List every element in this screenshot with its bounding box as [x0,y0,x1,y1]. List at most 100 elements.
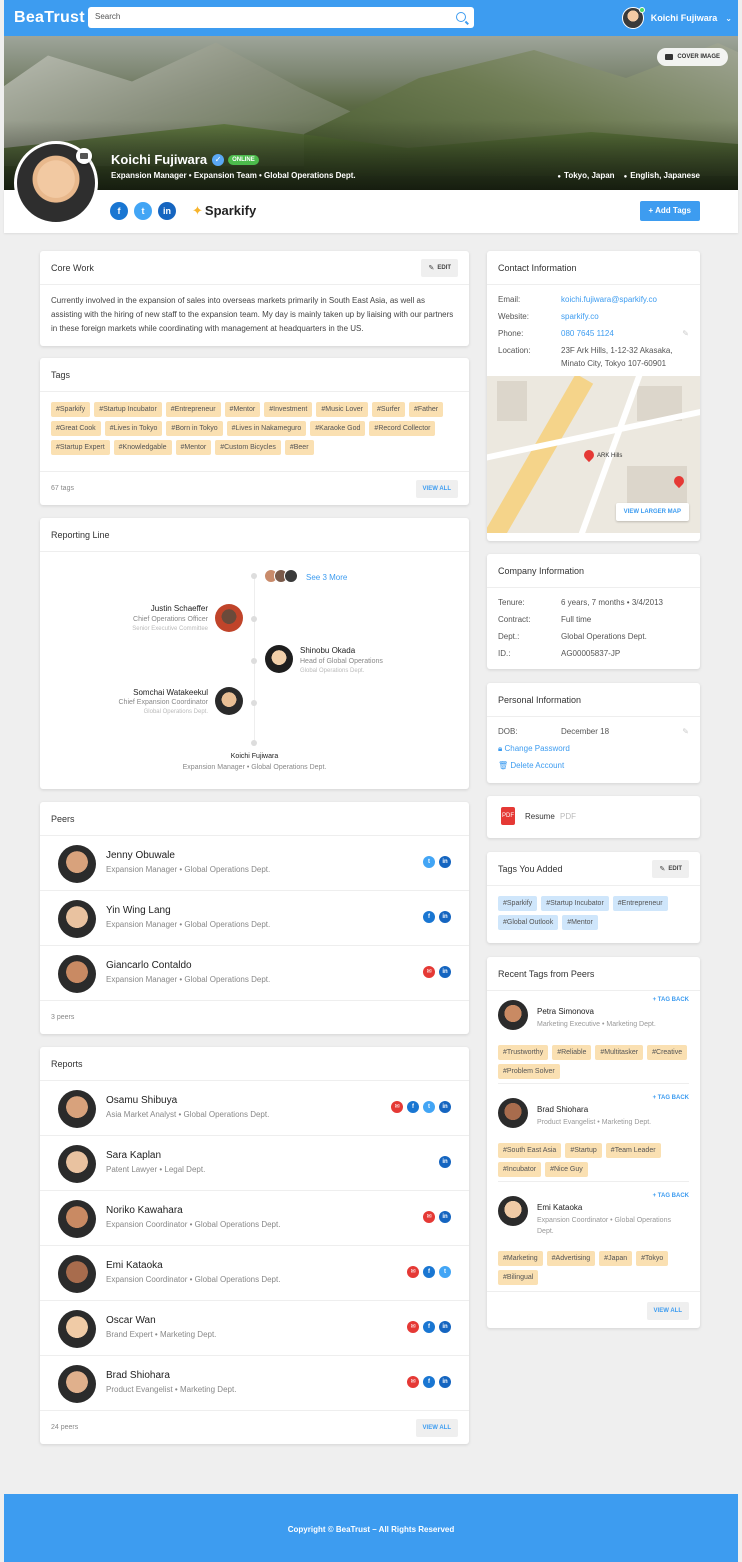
tag-chip[interactable]: #Japan [599,1251,633,1266]
manager-name[interactable]: Shinobu Okada [300,646,355,655]
list-item[interactable]: Noriko Kawahara Expansion Coordinator • G… [40,1191,469,1246]
avatar[interactable] [58,1255,96,1293]
avatar[interactable] [58,1200,96,1238]
email-icon[interactable]: ✉ [391,1101,403,1113]
person-name[interactable]: Emi Kataoka [106,1260,163,1271]
email-link[interactable]: koichi.fujiwara@sparkify.co [561,293,657,306]
list-item[interactable]: Oscar Wan Brand Expert • Marketing Dept. ✉… [40,1301,469,1356]
person-name[interactable]: Noriko Kawahara [106,1205,183,1216]
tag-chip[interactable]: #Beer [284,440,314,455]
person-name[interactable]: Osamu Shibuya [106,1095,177,1106]
tag-chip[interactable]: #Entrepreneur [612,896,668,911]
tag-chip[interactable]: #Reliable [552,1045,592,1060]
edit-button[interactable]: ✎ EDIT [421,258,458,277]
map-pin-icon[interactable] [581,447,597,463]
tag-chip[interactable]: #Music Lover [316,402,369,417]
person-name[interactable]: Brad Shiohara [106,1370,170,1381]
search-icon[interactable] [456,12,466,22]
tag-back-button[interactable]: + TAG BACK [653,1193,689,1199]
add-tags-button[interactable]: + Add Tags [639,201,700,221]
avatar[interactable] [58,1145,96,1183]
tag-chip[interactable]: #Marketing [498,1251,543,1266]
avatar[interactable] [498,1098,528,1128]
tag-chip[interactable]: #Nice Guy [545,1162,588,1177]
avatar[interactable] [215,687,243,715]
twitter-icon[interactable]: t [423,856,435,868]
twitter-icon[interactable]: t [423,1101,435,1113]
facebook-icon[interactable]: f [423,1266,435,1278]
view-larger-map-button[interactable]: VIEW LARGER MAP [615,503,689,521]
tag-chip[interactable]: #Incubator [498,1162,542,1177]
tag-chip[interactable]: #Creative [647,1045,688,1060]
avatar[interactable] [58,1310,96,1348]
facebook-icon[interactable]: f [423,911,435,923]
delete-account-link[interactable]: 🗑︎ Delete Account [498,759,564,772]
phone-link[interactable]: 080 7645 1124 [561,327,614,340]
tag-chip[interactable]: #Sparkify [51,402,91,417]
tag-chip[interactable]: #Investment [264,402,313,417]
linkedin-icon[interactable]: in [439,1101,451,1113]
company-brand[interactable]: ✦ Sparkify [192,203,256,219]
facebook-icon[interactable]: f [407,1101,419,1113]
person-name[interactable]: Petra Simonova [537,1007,594,1016]
linkedin-icon[interactable]: in [439,1156,451,1168]
pencil-icon[interactable]: ✎ [682,725,689,738]
view-all-button[interactable]: VIEW ALL [415,479,458,498]
linkedin-icon[interactable]: in [439,856,451,868]
tag-chip[interactable]: #Custom Bicycles [215,440,281,455]
camera-icon[interactable] [76,148,92,164]
tag-chip[interactable]: #Problem Solver [498,1064,560,1079]
app-logo[interactable]: BeaTrust [14,9,85,27]
twitter-icon[interactable]: t [439,1266,451,1278]
avatar[interactable] [215,604,243,632]
tag-chip[interactable]: #Startup Incubator [541,896,609,911]
tag-chip[interactable]: #Mentor [224,402,261,417]
change-password-link[interactable]: 🔒︎ Change Password [498,742,570,755]
more-avatars[interactable] [264,569,298,583]
email-icon[interactable]: ✉ [423,966,435,978]
user-menu[interactable]: Koichi Fujiwara ⌄ [621,6,732,30]
tag-chip[interactable]: #Knowledgable [113,440,172,455]
tag-chip[interactable]: #Mentor [562,915,598,930]
avatar[interactable] [58,845,96,883]
person-name[interactable]: Yin Wing Lang [106,905,171,916]
tag-chip[interactable]: #Entrepreneur [165,402,221,417]
linkedin-icon[interactable]: in [439,966,451,978]
tag-chip[interactable]: #Bilingual [498,1270,539,1285]
tag-chip[interactable]: #Lives in Nakameguro [226,421,307,436]
email-icon[interactable]: ✉ [407,1376,419,1388]
facebook-icon[interactable]: f [423,1321,435,1333]
view-all-button[interactable]: VIEW ALL [646,1302,689,1320]
person-name[interactable]: Brad Shiohara [537,1105,588,1114]
avatar[interactable] [265,645,293,673]
list-item[interactable]: Giancarlo Contaldo Expansion Manager • Gl… [40,946,469,1001]
view-all-button[interactable]: VIEW ALL [415,1418,458,1437]
tag-chip[interactable]: #Startup [565,1143,602,1158]
email-icon[interactable]: ✉ [407,1266,419,1278]
resume-card[interactable]: PDF Resume PDF [487,796,700,838]
tag-chip[interactable]: #South East Asia [498,1143,562,1158]
tag-chip[interactable]: #Multitasker [595,1045,644,1060]
tag-chip[interactable]: #Father [408,402,444,417]
avatar[interactable] [58,900,96,938]
facebook-icon[interactable]: f [110,202,128,220]
tag-chip[interactable]: #Trustworthy [498,1045,549,1060]
twitter-icon[interactable]: t [134,202,152,220]
list-item[interactable]: Jenny Obuwale Expansion Manager • Global … [40,836,469,891]
tag-chip[interactable]: #Global Outlook [498,915,559,930]
avatar[interactable] [498,1196,528,1226]
tag-chip[interactable]: #Startup Incubator [94,402,162,417]
tag-chip[interactable]: #Team Leader [605,1143,661,1158]
email-icon[interactable]: ✉ [407,1321,419,1333]
tag-back-button[interactable]: + TAG BACK [653,997,689,1003]
manager-name[interactable]: Somchai Watakeekul [133,688,208,697]
linkedin-icon[interactable]: in [439,1321,451,1333]
person-name[interactable]: Oscar Wan [106,1315,156,1326]
linkedin-icon[interactable]: in [439,1376,451,1388]
avatar[interactable] [498,1000,528,1030]
list-item[interactable]: Osamu Shibuya Asia Market Analyst • Globa… [40,1081,469,1136]
avatar[interactable] [58,1365,96,1403]
tag-chip[interactable]: #Born in Tokyo [166,421,223,436]
avatar[interactable] [58,955,96,993]
facebook-icon[interactable]: f [423,1376,435,1388]
